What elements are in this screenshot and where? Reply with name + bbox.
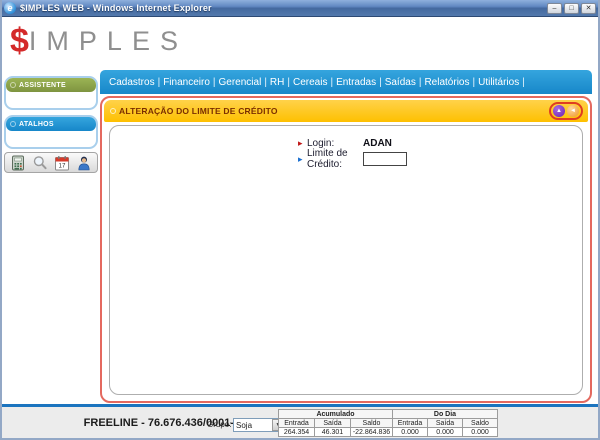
close-button[interactable]: ✕ [581,3,596,14]
ring-icon [10,82,16,88]
user-icon[interactable] [76,155,92,171]
table-header-cell: Saldo [351,419,393,428]
menu-separator: | [264,77,267,88]
table-header-cell: Entrada [279,419,315,428]
atalhos-header[interactable]: ATALHOS [6,117,96,131]
menu-item-utilitarios[interactable]: Utilitários [478,77,519,88]
assistente-panel: ASSISTENTE [4,76,98,110]
ring-icon [10,121,16,127]
do-dia-table: Do Dia Entrada Saída Saldo 0.000 0.000 0… [392,409,498,437]
logo-dollar-sign: $ [10,22,29,60]
table-header-cell: Saldo [463,419,498,428]
menu-separator: | [158,77,161,88]
menu-separator: | [213,77,216,88]
atalhos-panel: ATALHOS [4,115,98,149]
logo-text: IMPLES [29,26,188,56]
ring-icon [110,108,116,114]
table-value-cell: 0.000 [428,428,463,437]
login-label: Login: [307,138,363,149]
menu-item-saidas[interactable]: Saídas [385,77,416,88]
table-title: Do Dia [393,410,498,419]
assistente-label: ASSISTENTE [19,82,66,89]
menu-item-gerencial[interactable]: Gerencial [219,77,262,88]
red-bullet-icon: ▸ [298,138,307,149]
search-icon[interactable] [32,155,48,171]
panel-title-bar: ALTERAÇÃO DO LIMITE DE CRÉDITO ▲ ◄ [104,100,588,122]
menu-item-cereais[interactable]: Cereais [293,77,327,88]
content-panel: ALTERAÇÃO DO LIMITE DE CRÉDITO ▲ ◄ ▸ Log… [100,96,592,403]
table-value-cell: 46.301 [315,428,351,437]
table-title: Acumulado [279,410,393,419]
window-controls: – □ ✕ [547,3,596,14]
table-header-cell: Saída [428,419,463,428]
maximize-button[interactable]: □ [564,3,579,14]
menu-separator: | [472,77,475,88]
menu-item-financeiro[interactable]: Financeiro [163,77,210,88]
menu-item-rh[interactable]: RH [270,77,284,88]
title-bar[interactable]: e $IMPLES WEB - Windows Internet Explore… [0,0,600,17]
blue-bullet-icon: ▸ [298,154,307,165]
back-button[interactable]: ◄ [567,105,579,117]
acumulado-table: Acumulado Entrada Saída Saldo 264.354 46… [278,409,393,437]
table-header-cell: Saída [315,419,351,428]
table-value-cell: -22.864.836 [351,428,393,437]
form-panel: ▸ Login: ADAN ▸ Limite de Crédito: [109,125,583,395]
login-value: ADAN [363,138,392,149]
grupo-selected-value: Soja [234,421,272,430]
table-value-cell: 0.000 [393,428,428,437]
status-bar: FREELINE - 76.676.436/0001-67 Grupo: Soj… [0,407,600,440]
menu-separator: | [379,77,382,88]
menu-separator: | [419,77,422,88]
window-title: $IMPLES WEB - Windows Internet Explorer [20,3,547,13]
credit-limit-form: ▸ Login: ADAN ▸ Limite de Crédito: [298,135,407,167]
assistente-header[interactable]: ASSISTENTE [6,78,96,92]
limite-credito-input[interactable] [363,152,407,166]
collapse-up-button[interactable]: ▲ [553,105,565,117]
browser-window: e $IMPLES WEB - Windows Internet Explore… [0,0,600,440]
menu-item-relatorios[interactable]: Relatórios [424,77,469,88]
table-value-cell: 264.354 [279,428,315,437]
menu-separator: | [522,77,525,88]
panel-action-group: ▲ ◄ [549,102,583,120]
calculator-icon[interactable] [10,155,26,171]
panel-title: ALTERAÇÃO DO LIMITE DE CRÉDITO [119,106,549,116]
app-logo: $IMPLES [10,22,188,61]
sidebar-toolbar: 17 [4,152,98,173]
menu-separator: | [330,77,333,88]
menu-item-entradas[interactable]: Entradas [336,77,376,88]
menu-item-cadastros[interactable]: Cadastros [109,77,155,88]
table-value-cell: 0.000 [463,428,498,437]
table-header-cell: Entrada [393,419,428,428]
limite-credito-label: Limite de Crédito: [307,148,363,170]
atalhos-label: ATALHOS [19,121,54,128]
grupo-label: Grupo: [207,420,231,429]
calendar-icon[interactable]: 17 [54,155,70,171]
internet-explorer-icon: e [4,2,16,14]
minimize-button[interactable]: – [547,3,562,14]
limite-row: ▸ Limite de Crédito: [298,151,407,167]
calendar-day: 17 [59,162,66,169]
main-menu-bar: Cadastros| Financeiro| Gerencial| RH| Ce… [100,70,592,94]
menu-separator: | [287,77,290,88]
